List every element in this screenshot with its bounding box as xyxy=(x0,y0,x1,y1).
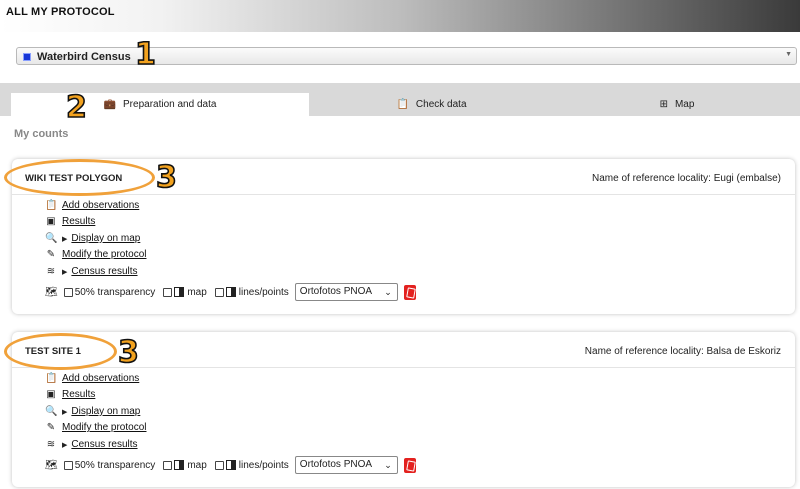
basemap-value: Ortofotos PNOA xyxy=(299,286,373,297)
annotation-number-1: 1 xyxy=(134,37,156,72)
protocol-select-value: Waterbird Census xyxy=(37,51,131,63)
grid-icon: ⊞ xyxy=(659,99,668,110)
chevron-down-icon: ⌄ xyxy=(384,287,392,297)
chart-icon: ▣ xyxy=(46,389,56,400)
chevron-down-icon: ▼ xyxy=(785,51,792,58)
add-observations-link[interactable]: 📋 Add observations xyxy=(45,372,139,386)
tab-preparation-and-data[interactable]: 💼 Preparation and data xyxy=(11,93,309,116)
tab-label: Map xyxy=(674,99,695,110)
modify-protocol-label[interactable]: Modify the protocol xyxy=(62,422,147,433)
briefcase-icon: 💼 xyxy=(103,99,117,110)
basemap-select[interactable]: Ortofotos PNOA ⌄ xyxy=(294,283,398,301)
clipboard-icon: 📋 xyxy=(45,373,58,384)
lines-points-checkbox[interactable] xyxy=(214,287,224,297)
layers-icon: ≋ xyxy=(46,439,56,450)
protocol-select[interactable]: Waterbird Census ▼ xyxy=(16,47,797,65)
chevron-down-icon: ⌄ xyxy=(384,460,392,470)
census-results-label[interactable]: Census results xyxy=(71,266,137,277)
results-label[interactable]: Results xyxy=(62,389,95,400)
lines-points-label: lines/points xyxy=(238,459,289,471)
annotation-highlight-oval xyxy=(4,333,117,370)
search-icon: 🔍 xyxy=(45,406,58,417)
contrast-icon xyxy=(174,287,185,297)
map-checkbox[interactable] xyxy=(163,460,173,470)
display-on-map-toggle[interactable]: 🔍 ▶ Display on map xyxy=(45,232,140,246)
edit-icon: ✎ xyxy=(46,422,56,433)
lines-points-checkbox[interactable] xyxy=(214,460,224,470)
modify-protocol-link[interactable]: ✎ Modify the protocol xyxy=(45,248,147,262)
display-on-map-label[interactable]: Display on map xyxy=(71,406,140,417)
transparency-label: 50% transparency xyxy=(74,459,156,471)
chart-icon: ▣ xyxy=(46,216,56,227)
display-on-map-label[interactable]: Display on map xyxy=(71,233,140,244)
transparency-checkbox[interactable] xyxy=(63,460,73,470)
modify-protocol-link[interactable]: ✎ Modify the protocol xyxy=(45,421,147,435)
map-icon: 🗺 xyxy=(45,459,58,471)
layers-icon: ≋ xyxy=(46,266,56,277)
tab-map[interactable]: ⊞ Map xyxy=(554,93,800,116)
tab-check-data[interactable]: 📋 Check data xyxy=(309,93,554,116)
pdf-icon[interactable] xyxy=(403,457,416,473)
header-bar: ALL MY PROTOCOL xyxy=(0,0,800,32)
map-checkbox[interactable] xyxy=(163,287,173,297)
contrast-icon xyxy=(174,460,185,470)
search-icon: 🔍 xyxy=(45,233,58,244)
tab-label: Check data xyxy=(415,99,467,110)
census-results-toggle[interactable]: ≋ ▶ Census results xyxy=(45,438,138,452)
annotation-number-3: 3 xyxy=(117,335,139,370)
caret-right-icon: ▶ xyxy=(62,269,68,276)
add-observations-link[interactable]: 📋 Add observations xyxy=(45,199,139,213)
edit-icon: ✎ xyxy=(46,249,56,260)
map-label: map xyxy=(187,459,207,471)
results-link[interactable]: ▣ Results xyxy=(45,215,95,229)
caret-right-icon: ▶ xyxy=(62,236,68,243)
reference-locality: Name of reference locality: Balsa de Esk… xyxy=(584,346,781,357)
results-link[interactable]: ▣ Results xyxy=(45,388,95,402)
caret-right-icon: ▶ xyxy=(62,409,68,416)
map-tools-row: 🗺 50% transparency map lines/points Orto… xyxy=(45,456,416,474)
transparency-checkbox[interactable] xyxy=(63,287,73,297)
section-title: My counts xyxy=(14,128,69,140)
display-on-map-toggle[interactable]: 🔍 ▶ Display on map xyxy=(45,405,140,419)
reference-locality: Name of reference locality: Eugi (embals… xyxy=(592,173,781,184)
contrast-icon xyxy=(225,460,236,470)
results-label[interactable]: Results xyxy=(62,216,95,227)
lines-points-label: lines/points xyxy=(238,286,289,298)
map-icon: 🗺 xyxy=(45,286,58,298)
clipboard-icon: 📋 xyxy=(45,200,58,211)
map-label: map xyxy=(187,286,207,298)
annotation-highlight-oval xyxy=(4,159,155,196)
map-tools-row: 🗺 50% transparency map lines/points Orto… xyxy=(45,283,416,301)
annotation-number-3: 3 xyxy=(155,160,177,195)
transparency-label: 50% transparency xyxy=(74,286,156,298)
tab-bar: 💼 Preparation and data 📋 Check data ⊞ Map xyxy=(0,83,800,116)
add-observations-label[interactable]: Add observations xyxy=(62,200,139,211)
protocol-color-marker xyxy=(23,53,31,61)
annotation-number-2: 2 xyxy=(65,90,87,125)
basemap-select[interactable]: Ortofotos PNOA ⌄ xyxy=(294,456,398,474)
census-results-label[interactable]: Census results xyxy=(71,439,137,450)
clipboard-icon: 📋 xyxy=(396,99,409,110)
census-results-toggle[interactable]: ≋ ▶ Census results xyxy=(45,265,138,279)
modify-protocol-label[interactable]: Modify the protocol xyxy=(62,249,147,260)
page-title: ALL MY PROTOCOL xyxy=(6,6,115,18)
pdf-icon[interactable] xyxy=(403,284,416,300)
basemap-value: Ortofotos PNOA xyxy=(299,459,373,470)
add-observations-label[interactable]: Add observations xyxy=(62,373,139,384)
contrast-icon xyxy=(225,287,236,297)
tab-label: Preparation and data xyxy=(123,99,217,110)
caret-right-icon: ▶ xyxy=(62,442,68,449)
